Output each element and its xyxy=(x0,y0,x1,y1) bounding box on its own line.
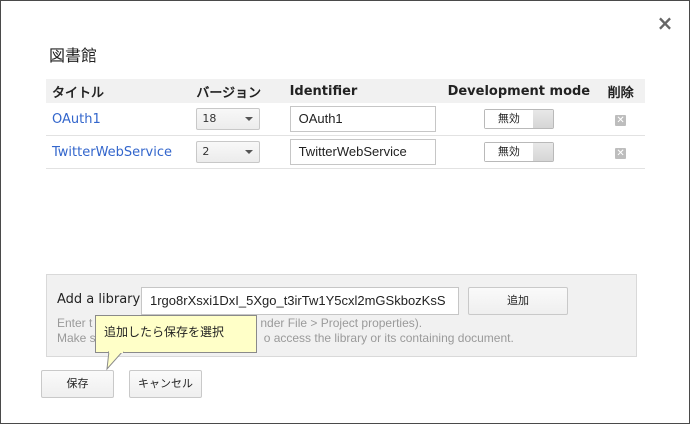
help-text-line1-start: Enter t xyxy=(57,316,93,330)
callout-annotation: 追加したら保存を選択 xyxy=(95,315,257,353)
library-key-input[interactable]: 1rgo8rXsxi1DxI_5Xgo_t3irTw1Y5cxl2mGSkboz… xyxy=(141,287,459,315)
callout-tail xyxy=(106,351,124,371)
identifier-input[interactable]: TwitterWebService xyxy=(289,139,436,165)
chevron-down-icon xyxy=(245,150,254,154)
toggle-knob xyxy=(532,110,553,128)
version-select[interactable]: 2 xyxy=(196,141,261,163)
version-select[interactable]: 18 xyxy=(196,108,261,130)
library-link-oauth1[interactable]: OAuth1 xyxy=(52,112,101,127)
libraries-table: タイトル バージョン Identifier Development mode 削… xyxy=(46,79,645,169)
toggle-knob xyxy=(532,143,553,161)
dialog-title: 図書館 xyxy=(49,46,98,65)
header-delete: 削除 xyxy=(596,79,645,103)
add-button[interactable]: 追加 xyxy=(468,287,568,315)
table-row: TwitterWebService 2 TwitterWebService 無効… xyxy=(46,135,645,169)
header-title: タイトル xyxy=(46,79,191,103)
version-value: 2 xyxy=(202,145,210,158)
help-text-line2-end: o access the library or its containing d… xyxy=(263,331,514,345)
header-identifier: Identifier xyxy=(283,79,442,103)
dev-mode-label: 無効 xyxy=(484,143,534,161)
header-version: バージョン xyxy=(190,79,284,103)
close-icon[interactable]: × xyxy=(653,11,677,35)
header-dev-mode: Development mode xyxy=(441,79,597,103)
save-button[interactable]: 保存 xyxy=(41,370,114,398)
libraries-dialog: × 図書館 タイトル バージョン Identifier Development … xyxy=(0,0,690,424)
help-text-line2-start: Make s xyxy=(57,331,96,345)
help-text-line1-end: nder File > Project properties). xyxy=(260,316,423,330)
dev-mode-toggle[interactable]: 無効 xyxy=(483,109,554,129)
version-value: 18 xyxy=(202,112,217,125)
dev-mode-label: 無効 xyxy=(484,110,534,128)
cancel-button[interactable]: キャンセル xyxy=(129,370,202,398)
library-link-twitterwebservice[interactable]: TwitterWebService xyxy=(52,145,172,160)
add-library-label: Add a library xyxy=(57,292,141,307)
table-header-row: タイトル バージョン Identifier Development mode 削… xyxy=(46,79,645,103)
table-row: OAuth1 18 OAuth1 無効 ✕ xyxy=(46,103,645,136)
delete-icon[interactable]: ✕ xyxy=(615,147,627,159)
delete-icon[interactable]: ✕ xyxy=(615,114,627,126)
chevron-down-icon xyxy=(245,117,254,121)
identifier-input[interactable]: OAuth1 xyxy=(289,106,436,132)
dev-mode-toggle[interactable]: 無効 xyxy=(483,142,554,162)
